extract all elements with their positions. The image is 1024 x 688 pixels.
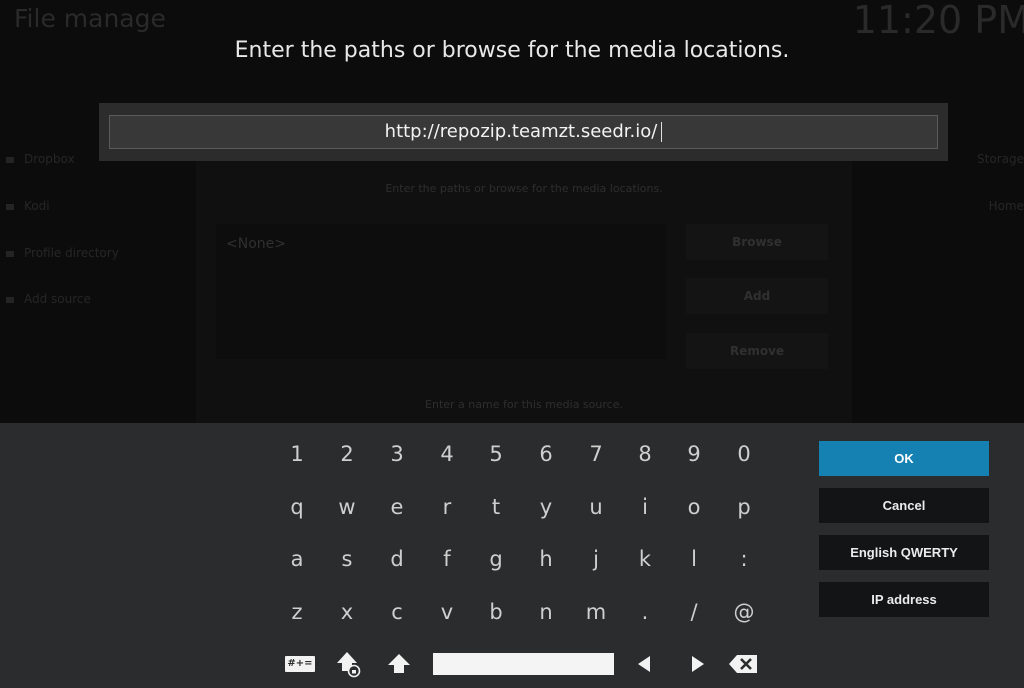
background-name-prompt: Enter a name for this media source.: [425, 398, 623, 411]
key-y[interactable]: y: [521, 484, 571, 530]
key-g[interactable]: g: [471, 536, 521, 582]
key-b[interactable]: b: [471, 589, 521, 635]
ip-address-button[interactable]: IP address: [819, 582, 989, 617]
key-v[interactable]: v: [422, 589, 472, 635]
key-p[interactable]: p: [719, 484, 769, 530]
background-sidebar-item: Add source: [6, 292, 166, 306]
key-9[interactable]: 9: [669, 431, 719, 477]
key-colon[interactable]: :: [719, 536, 769, 582]
key-x[interactable]: x: [322, 589, 372, 635]
backspace-icon: [729, 655, 757, 673]
shift-lock-icon: [337, 652, 361, 678]
ok-button[interactable]: OK: [819, 441, 989, 476]
left-arrow-key[interactable]: [632, 644, 656, 684]
shift-icon: [388, 654, 410, 673]
shift-lock-key[interactable]: [334, 644, 364, 684]
background-right-item: Home: [988, 199, 1024, 213]
cancel-button[interactable]: Cancel: [819, 488, 989, 523]
background-dialog-prompt: Enter the paths or browse for the media …: [385, 182, 663, 195]
key-6[interactable]: 6: [521, 431, 571, 477]
key-a[interactable]: a: [272, 536, 322, 582]
input-panel: http://repozip.teamzt.seedr.io/: [99, 103, 948, 161]
key-n[interactable]: n: [521, 589, 571, 635]
key-u[interactable]: u: [571, 484, 621, 530]
key-t[interactable]: t: [471, 484, 521, 530]
key-w[interactable]: w: [322, 484, 372, 530]
right-arrow-key[interactable]: [686, 644, 710, 684]
key-5[interactable]: 5: [471, 431, 521, 477]
key-z[interactable]: z: [272, 589, 322, 635]
background-add-button: Add: [686, 278, 828, 314]
key-e[interactable]: e: [372, 484, 422, 530]
background-browse-button: Browse: [686, 224, 828, 260]
key-f[interactable]: f: [422, 536, 472, 582]
background-path-list: <None>: [216, 224, 666, 359]
background-remove-button: Remove: [686, 333, 828, 369]
key-at[interactable]: @: [719, 589, 769, 635]
file-manager-background: File manage 11:20 PM Dropbox Kodi Profil…: [0, 0, 1024, 425]
key-l[interactable]: l: [669, 536, 719, 582]
key-period[interactable]: .: [620, 589, 670, 635]
background-right-item: Storage: [977, 152, 1024, 166]
key-j[interactable]: j: [571, 536, 621, 582]
key-7[interactable]: 7: [571, 431, 621, 477]
folder-icon: [6, 296, 14, 303]
backspace-key[interactable]: [727, 644, 759, 684]
key-8[interactable]: 8: [620, 431, 670, 477]
key-s[interactable]: s: [322, 536, 372, 582]
key-h[interactable]: h: [521, 536, 571, 582]
text-caret: [661, 122, 663, 142]
background-add-source-dialog: Enter the paths or browse for the media …: [196, 160, 852, 425]
space-bar[interactable]: [433, 653, 614, 675]
key-1[interactable]: 1: [272, 431, 322, 477]
folder-icon: [6, 156, 14, 163]
key-0[interactable]: 0: [719, 431, 769, 477]
background-sidebar-item: Kodi: [6, 199, 166, 213]
symbols-key-label: #+=: [285, 656, 315, 672]
path-input-value: http://repozip.teamzt.seedr.io/: [384, 121, 658, 142]
background-page-title: File manage: [14, 4, 166, 33]
key-o[interactable]: o: [669, 484, 719, 530]
right-arrow-icon: [692, 656, 704, 672]
shift-key[interactable]: [385, 644, 413, 684]
symbols-key[interactable]: #+=: [283, 644, 317, 684]
key-r[interactable]: r: [422, 484, 472, 530]
key-3[interactable]: 3: [372, 431, 422, 477]
folder-icon: [6, 203, 14, 210]
key-m[interactable]: m: [571, 589, 621, 635]
path-input-field[interactable]: http://repozip.teamzt.seedr.io/: [109, 115, 938, 149]
key-c[interactable]: c: [372, 589, 422, 635]
key-slash[interactable]: /: [669, 589, 719, 635]
left-arrow-icon: [638, 656, 650, 672]
background-clock: 11:20 PM: [852, 0, 1024, 42]
key-i[interactable]: i: [620, 484, 670, 530]
key-2[interactable]: 2: [322, 431, 372, 477]
background-sidebar-item: Profile directory: [6, 246, 166, 260]
key-k[interactable]: k: [620, 536, 670, 582]
on-screen-keyboard: 1 2 3 4 5 6 7 8 9 0 q w e r t y u i o p …: [0, 423, 1024, 688]
keyboard-layout-button[interactable]: English QWERTY: [819, 535, 989, 570]
background-path-list-item: <None>: [226, 236, 286, 252]
key-d[interactable]: d: [372, 536, 422, 582]
key-q[interactable]: q: [272, 484, 322, 530]
keyboard-heading: Enter the paths or browse for the media …: [234, 38, 790, 63]
key-4[interactable]: 4: [422, 431, 472, 477]
folder-icon: [6, 250, 14, 257]
